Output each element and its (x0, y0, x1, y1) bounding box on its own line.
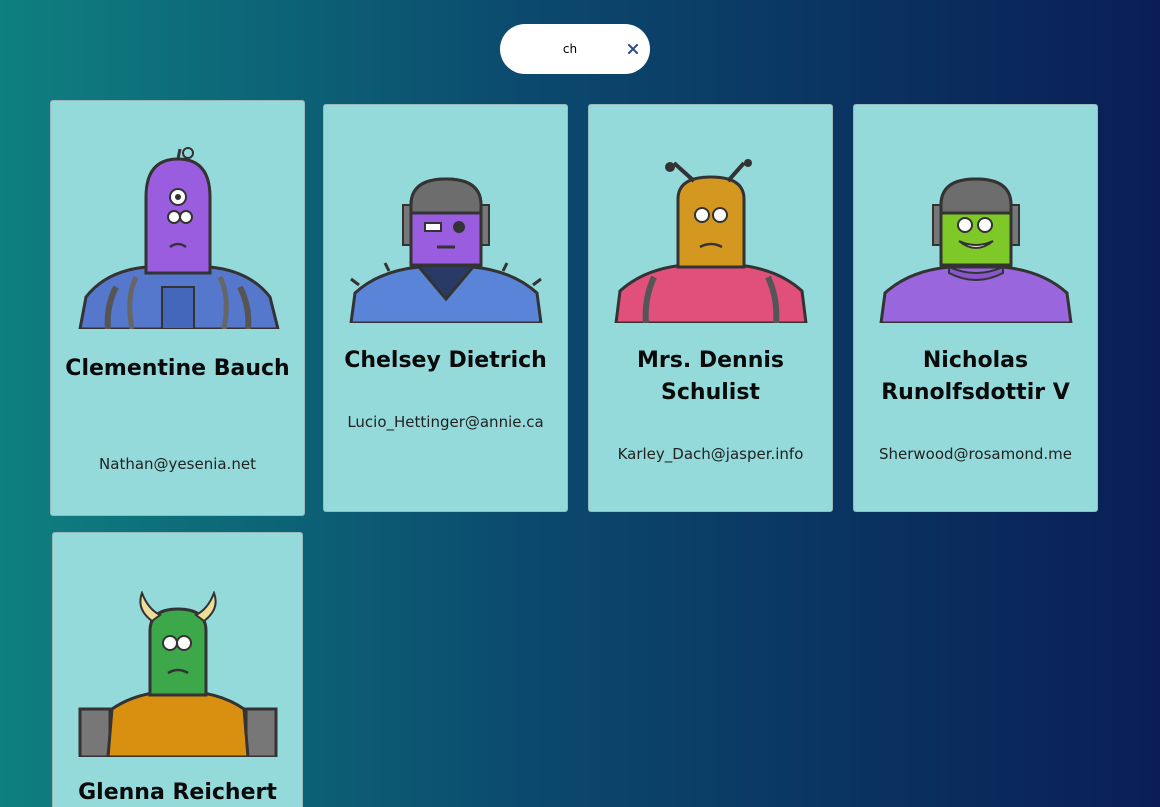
purple-robot-one-antenna-avatar (77, 147, 280, 329)
search-box (500, 24, 650, 74)
robot-name: Mrs. Dennis Schulist (637, 348, 784, 405)
clear-search-button[interactable] (624, 40, 642, 58)
robot-name: Chelsey Dietrich (344, 348, 547, 373)
robot-name: Clementine Bauch (65, 356, 290, 381)
robot-card[interactable]: Glenna Reichert (52, 532, 303, 807)
robot-card[interactable]: Nicholas Runolfsdottir V Sherwood@rosamo… (853, 104, 1098, 512)
robot-name: Glenna Reichert (78, 780, 277, 805)
robot-email: Nathan@yesenia.net (99, 455, 256, 473)
purple-robot-helmet-avatar (348, 177, 543, 323)
robot-email: Sherwood@rosamond.me (878, 445, 1072, 463)
close-icon (628, 44, 638, 54)
search-input[interactable] (520, 37, 620, 61)
orange-robot-two-antennae-avatar (613, 159, 808, 323)
robot-card[interactable]: Chelsey Dietrich Lucio_Hettinger@annie.c… (323, 104, 568, 512)
robot-card[interactable]: Mrs. Dennis Schulist Karley_Dach@jasper.… (588, 104, 833, 512)
robot-email: Karley_Dach@jasper.info (617, 445, 804, 463)
green-robot-horns-avatar (78, 591, 277, 757)
robot-card[interactable]: Clementine Bauch Nathan@yesenia.net (50, 100, 305, 516)
robot-name: Nicholas Runolfsdottir V (881, 348, 1070, 405)
robot-email: Lucio_Hettinger@annie.ca (347, 413, 544, 431)
green-robot-helmet-avatar (878, 177, 1073, 323)
